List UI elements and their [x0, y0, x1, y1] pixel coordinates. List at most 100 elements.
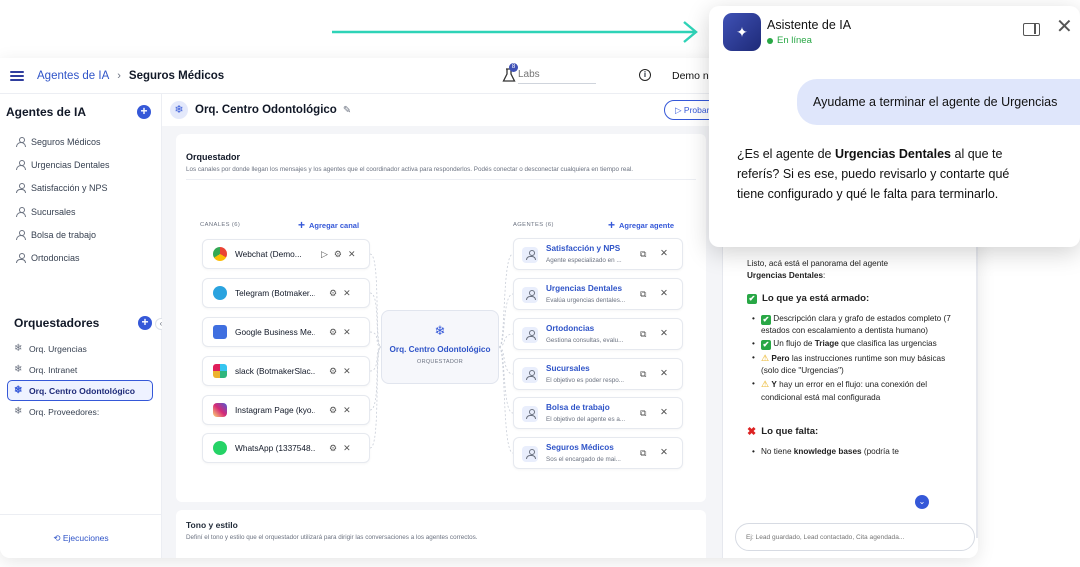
channel-row[interactable]: Google Business Me... ⚙ ✕	[202, 317, 370, 347]
gear-icon[interactable]: ⚙	[329, 288, 337, 299]
list-item-text: (podría te	[861, 447, 899, 457]
agent-row[interactable]: Seguros Médicos Sos el encargado de mai.…	[513, 437, 683, 469]
side-panel-icon[interactable]	[1023, 23, 1040, 36]
channel-row[interactable]: Webchat (Demo... ▷ ⚙ ✕	[202, 239, 370, 269]
close-icon[interactable]: ✕	[343, 405, 351, 416]
person-icon	[16, 229, 26, 240]
agent-name[interactable]: Urgencias Dentales	[546, 284, 622, 293]
agent-description: El objetivo es poder respo...	[546, 377, 625, 384]
labs-input[interactable]	[518, 66, 596, 84]
sidebar-agent-item[interactable]: Urgencias Dentales	[0, 153, 161, 176]
close-icon[interactable]: ✕	[343, 288, 351, 299]
breadcrumb-separator: ›	[117, 69, 121, 82]
gear-icon[interactable]: ⚙	[334, 249, 342, 260]
sidebar-orq-label: Orq. Proveedores:	[29, 406, 100, 417]
channel-row[interactable]: Instagram Page (kyo... ⚙ ✕	[202, 395, 370, 425]
sidebar-orq-item-active[interactable]: ❄ Orq. Centro Odontológico	[7, 380, 153, 401]
agent-row[interactable]: Urgencias Dentales Evalúa urgencias dent…	[513, 278, 683, 310]
labs-badge: 8	[509, 63, 518, 72]
agent-name[interactable]: Ortodoncias	[546, 324, 594, 333]
agent-name[interactable]: Bolsa de trabajo	[546, 403, 610, 412]
orchestrator-card: Orquestador Los canales por donde llegan…	[176, 134, 706, 502]
sidebar-agent-item[interactable]: Ortodoncias	[0, 246, 161, 269]
channel-row[interactable]: Telegram (Botmaker... ⚙ ✕	[202, 278, 370, 308]
person-icon	[526, 370, 536, 380]
sidebar-agent-item[interactable]: Satisfacción y NPS	[0, 177, 161, 200]
agent-name[interactable]: Sucursales	[546, 364, 590, 373]
close-icon[interactable]: ✕	[348, 249, 356, 260]
scroll-down-icon[interactable]: ⌄	[915, 495, 929, 509]
sidebar-agent-item[interactable]: Bolsa de trabajo	[0, 223, 161, 246]
close-icon[interactable]: ✕	[660, 447, 668, 458]
close-icon[interactable]: ✕	[343, 327, 351, 338]
agent-row[interactable]: Sucursales El objetivo es poder respo...…	[513, 358, 683, 390]
tone-card: Tono y estilo Definí el tono y estilo qu…	[176, 510, 706, 558]
gear-icon[interactable]: ⚙	[329, 405, 337, 416]
agent-row[interactable]: Satisfacción y NPS Agente especializado …	[513, 238, 683, 270]
agent-row[interactable]: Bolsa de trabajo El objetivo del agente …	[513, 397, 683, 429]
list-item: No tiene knowledge bases (podría te	[752, 446, 957, 459]
gear-icon[interactable]: ⚙	[329, 327, 337, 338]
open-external-icon[interactable]: ⧉	[640, 408, 646, 419]
channel-row[interactable]: WhatsApp (1337548... ⚙ ✕	[202, 433, 370, 463]
gear-icon[interactable]: ⚙	[329, 443, 337, 454]
sidebar-orq-item[interactable]: ❄ Orq. Intranet	[0, 359, 162, 380]
main-content: ❄ Orq. Centro Odontológico ✎ ▷ Probar Or…	[162, 94, 734, 558]
list-item-text: que clasifica las urgencias	[838, 339, 937, 349]
chat-input[interactable]	[735, 523, 975, 551]
sidebar-agent-item[interactable]: Seguros Médicos	[0, 130, 161, 153]
list-item-text: Descripción clara y grafo de estados com…	[761, 313, 951, 336]
person-icon	[16, 183, 26, 194]
whatsapp-icon	[213, 441, 227, 455]
telegram-icon	[213, 286, 227, 300]
open-external-icon[interactable]: ⧉	[640, 329, 646, 340]
sidebar-orq-item[interactable]: ❄ Orq. Proveedores:	[0, 401, 162, 422]
edit-pencil-icon[interactable]: ✎	[343, 105, 351, 116]
chrome-icon	[213, 247, 227, 261]
person-icon	[526, 330, 536, 340]
channel-row[interactable]: slack (BotmakerSlac... ⚙ ✕	[202, 356, 370, 386]
list-item-bold: Triage	[814, 339, 839, 349]
agent-name[interactable]: Seguros Médicos	[546, 443, 614, 452]
close-icon[interactable]: ✕	[1056, 17, 1073, 37]
agents-list: Seguros Médicos Urgencias Dentales Satis…	[0, 130, 161, 270]
snowflake-icon: ❄	[14, 343, 23, 354]
open-external-icon[interactable]: ⧉	[640, 448, 646, 459]
open-external-icon[interactable]: ⧉	[640, 249, 646, 260]
labs-flask-icon[interactable]: 8	[502, 63, 518, 83]
open-external-icon[interactable]: ⧉	[640, 289, 646, 300]
annotation-arrow	[332, 21, 698, 43]
open-external-icon[interactable]: ⧉	[640, 369, 646, 380]
info-icon[interactable]: i	[639, 69, 651, 81]
orchestrator-node[interactable]: ❄ Orq. Centro Odontológico ORQUESTADOR	[381, 310, 499, 384]
close-icon[interactable]: ✕	[660, 368, 668, 379]
play-icon[interactable]: ▷	[321, 249, 328, 260]
bot-message: ¿Es el agente de Urgencias Dentales al q…	[737, 144, 1037, 204]
main-header: ❄ Orq. Centro Odontológico ✎ ▷ Probar	[162, 94, 734, 126]
agent-description: Evalúa urgencias dentales...	[546, 297, 626, 304]
breadcrumb-agentes-link[interactable]: Agentes de IA	[37, 70, 109, 82]
add-agent-icon[interactable]: +	[137, 105, 151, 119]
list-item: ✔ Descripción clara y grafo de estados c…	[752, 313, 957, 338]
assistant-popup: ✦ Asistente de IA En línea ✕ Ayudame a t…	[709, 6, 1080, 247]
channel-name: Webchat (Demo...	[235, 249, 302, 259]
done-section-title: ✔ Lo que ya está armado:	[747, 293, 957, 305]
sidebar-orq-item[interactable]: ❄ Orq. Urgencias	[0, 338, 162, 359]
close-icon[interactable]: ✕	[660, 328, 668, 339]
add-orchestrator-icon[interactable]: +	[138, 316, 152, 330]
status-dot	[767, 37, 773, 44]
executions-link[interactable]: ⟲ Ejecuciones	[0, 514, 162, 544]
sidebar-agent-label: Satisfacción y NPS	[31, 183, 108, 194]
orchestrators-list: ❄ Orq. Urgencias ❄ Orq. Intranet ❄ Orq. Cen…	[0, 338, 162, 422]
gear-icon[interactable]: ⚙	[329, 366, 337, 377]
agent-name[interactable]: Satisfacción y NPS	[546, 244, 620, 253]
close-icon[interactable]: ✕	[343, 366, 351, 377]
close-icon[interactable]: ✕	[660, 407, 668, 418]
agent-row[interactable]: Ortodoncias Gestiona consultas, evalu...…	[513, 318, 683, 350]
close-icon[interactable]: ✕	[660, 248, 668, 259]
cross-icon: ✖	[747, 425, 757, 438]
close-icon[interactable]: ✕	[660, 288, 668, 299]
menu-icon[interactable]	[10, 70, 24, 81]
close-icon[interactable]: ✕	[343, 443, 351, 454]
sidebar-agent-item[interactable]: Sucursales	[0, 200, 161, 223]
